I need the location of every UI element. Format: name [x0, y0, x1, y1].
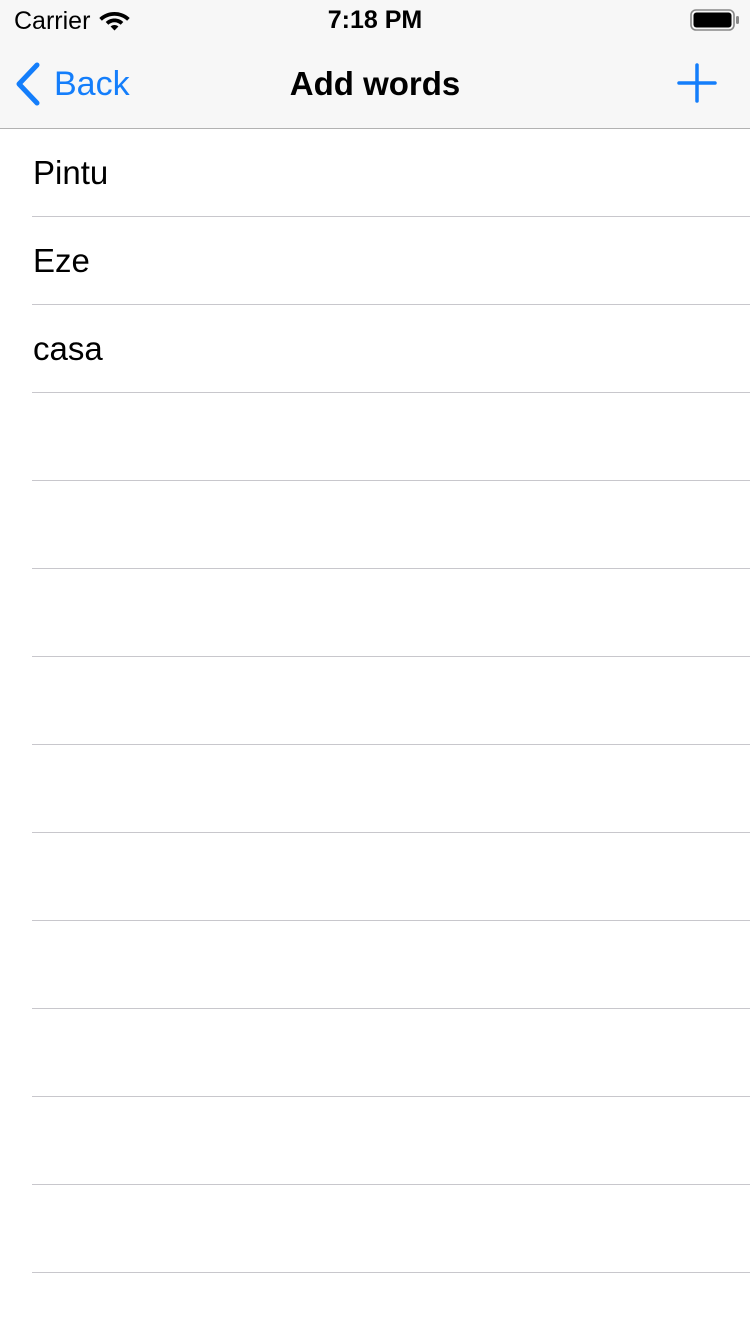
list-item[interactable] — [32, 745, 750, 833]
back-label: Back — [54, 65, 130, 103]
status-bar: Carrier 7:18 PM — [0, 0, 750, 40]
clock: 7:18 PM — [327, 6, 423, 34]
screen: Carrier 7:18 PM Back Add words Pintu Eze c… — [0, 0, 750, 1334]
list-item[interactable] — [32, 569, 750, 657]
list-item[interactable] — [32, 921, 750, 1009]
list-item[interactable] — [32, 657, 750, 745]
list-item-label: Eze — [33, 242, 90, 279]
list-item[interactable]: casa — [32, 305, 750, 393]
word-list: Pintu Eze casa — [0, 129, 750, 1334]
list-item-label: casa — [33, 330, 103, 367]
list-item[interactable] — [32, 1185, 750, 1273]
list-item[interactable]: Eze — [32, 217, 750, 305]
plus-icon[interactable] — [670, 56, 724, 110]
back-button[interactable]: Back — [14, 60, 130, 108]
list-item[interactable] — [32, 481, 750, 569]
list-item[interactable] — [32, 833, 750, 921]
list-item[interactable] — [32, 1009, 750, 1097]
list-item[interactable] — [32, 1097, 750, 1185]
list-item[interactable]: Pintu — [32, 129, 750, 217]
list-item-label: Pintu — [33, 154, 109, 191]
list-item[interactable] — [32, 1273, 750, 1334]
chevron-left-icon — [16, 62, 40, 106]
battery-full-icon — [690, 9, 739, 31]
navigation-bar: Back Add words — [0, 40, 750, 129]
list-item[interactable] — [32, 393, 750, 481]
